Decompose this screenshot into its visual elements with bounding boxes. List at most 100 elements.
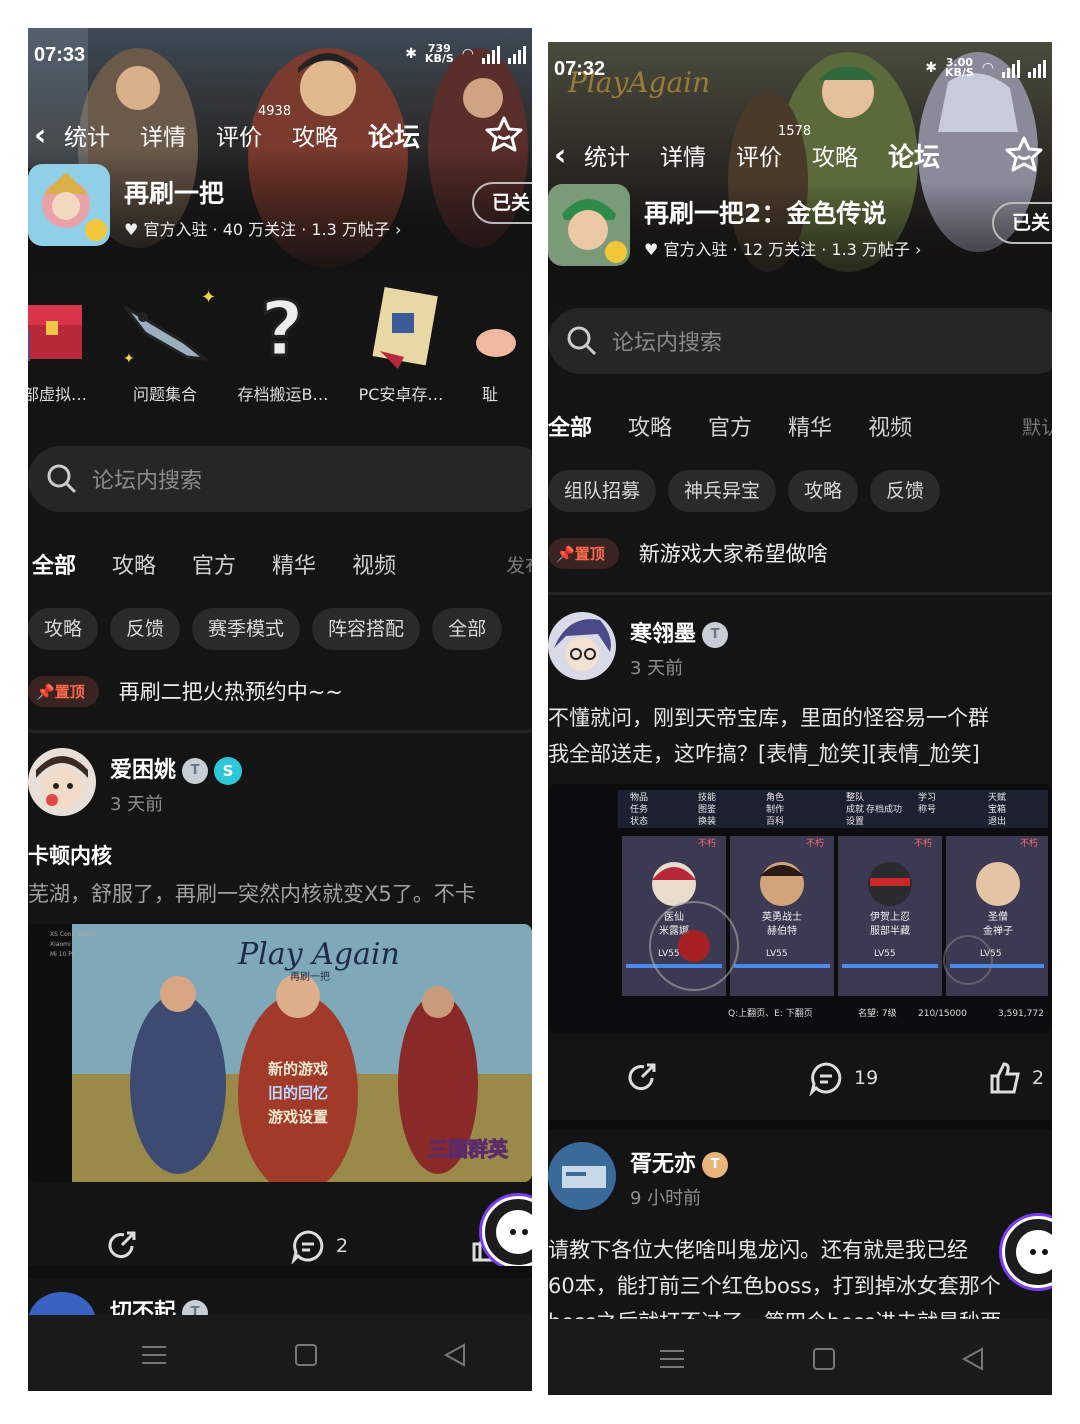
feed-tab-guides[interactable]: 攻略 [628,410,672,442]
forum-search[interactable]: 论坛内搜索 [28,446,532,512]
svg-text:LV55: LV55 [658,949,680,959]
chip[interactable]: 赛季模式 [192,608,301,650]
forum-post[interactable]: 爱困姚 T S 3 天前 卡顿内核 芜湖，舒服了，再刷一突然内核就变X5了。不卡 P… [28,748,532,1308]
category-item[interactable]: ✦ ✦ 问题集合 [106,283,224,433]
follow-button[interactable]: 已关 [472,182,532,224]
star-favorite-icon[interactable] [484,114,524,154]
chat-float-button[interactable] [482,1196,532,1268]
home-icon[interactable] [810,1345,838,1373]
hand-icon [476,329,516,357]
tab-details[interactable]: 详情 [140,118,186,152]
treasure-chest-icon [28,305,82,361]
tab-forum[interactable]: 论坛 [368,117,421,154]
svg-text:角色: 角色 [766,791,784,803]
game-icon[interactable] [28,164,110,246]
chat-float-button[interactable] [1002,1216,1052,1288]
menu-icon[interactable] [658,1345,686,1373]
chip[interactable]: 反馈 [870,470,941,512]
category-item[interactable]: 耻 [460,283,520,433]
scroll-icon [372,287,438,369]
feed-tabs: 全部 攻略 官方 精华 视频 默认 [548,404,1052,448]
home-icon[interactable] [292,1341,320,1369]
category-item[interactable]: PC安卓存… [342,283,460,433]
menu-icon[interactable] [140,1341,168,1369]
post-image[interactable]: Play Again 再刷一把 新的游戏 旧的回忆 游戏设置 三国群英 XS C… [28,924,532,1182]
category-item[interactable]: ? 存档搬运B… [224,283,342,433]
username[interactable]: 寒翎墨 T [630,616,729,648]
pin-icon: 📌 [556,544,575,563]
forum-post[interactable]: 寒翎墨 T 3 天前 不懂就问，刚到天帝宝库，里面的怪容易一个群 我全部送走，这咋… [548,612,1052,1142]
chip[interactable]: 组队招募 [548,470,657,512]
tab-stats[interactable]: 统计 [584,138,630,172]
back-nav-icon[interactable] [960,1345,988,1373]
tag-chips: 组队招募 神兵异宝 攻略 反馈 [548,470,1052,512]
svg-text:英勇战士: 英勇战士 [762,910,802,923]
back-icon[interactable]: ‹ [28,118,64,153]
feed-tab-official[interactable]: 官方 [192,548,236,580]
svg-text:再刷一把: 再刷一把 [290,970,330,983]
comment-count: 2 [336,1235,349,1257]
feed-tab-all[interactable]: 全部 [548,410,593,444]
network-speed: 739 KB/S [424,42,454,65]
feed-tab-video[interactable]: 视频 [352,548,396,580]
pinned-badge: 📌置顶 [28,675,99,707]
chip[interactable]: 全部 [432,608,503,650]
svg-text:伊贺上忍: 伊贺上忍 [870,911,910,923]
feed-tab-featured[interactable]: 精华 [272,548,316,580]
chat-bot-icon [1016,1230,1052,1274]
feed-tab-all[interactable]: 全部 [32,548,77,582]
chip[interactable]: 阵容搭配 [312,608,421,650]
comment-button[interactable]: 19 [808,1060,878,1096]
svg-text:整队: 整队 [846,791,864,803]
tab-guides[interactable]: 攻略 [812,138,858,172]
star-favorite-icon[interactable] [1004,134,1044,174]
avatar[interactable] [28,748,96,816]
svg-text:Q:上翻页、E: 下翻页: Q:上翻页、E: 下翻页 [728,1008,813,1019]
game-meta[interactable]: ♥ 官方入驻 · 40 万关注 · 1.3 万帖子 › [124,216,401,240]
share-button[interactable] [104,1228,140,1264]
svg-text:退出: 退出 [988,815,1006,827]
pinned-post[interactable]: 📌置顶 再刷二把火热预约中~~ [28,666,532,716]
forum-search[interactable]: 论坛内搜索 [548,308,1052,374]
game-icon[interactable] [548,184,630,266]
post-image[interactable]: 物品 技能 角色 整队 学习 天赋 任务 图鉴 制作 成就 存档成功 称号 宝箱… [548,784,1052,1034]
divider [28,730,532,733]
chip[interactable]: 神兵异宝 [668,470,777,512]
follow-button[interactable]: 已关 [992,202,1052,244]
post-body-line: 我全部送走，这咋搞？[表情_尬笑][表情_尬笑] [548,742,980,766]
sort-selector[interactable]: 发布 [506,551,532,578]
svg-text:游戏设置: 游戏设置 [268,1108,328,1126]
avatar[interactable] [548,1142,616,1210]
svg-text:状态: 状态 [630,815,648,827]
category-item[interactable]: 外部虚拟… [28,283,106,433]
back-nav-icon[interactable] [442,1341,470,1369]
avatar[interactable] [548,612,616,680]
comment-button[interactable]: 2 [290,1228,348,1264]
chip[interactable]: 反馈 [110,608,181,650]
tab-reviews[interactable]: 评价 4938 [216,104,291,152]
feed-tab-guides[interactable]: 攻略 [112,548,156,580]
pinned-post[interactable]: 📌置顶 新游戏大家希望做啥 [548,528,1052,578]
search-input[interactable]: 论坛内搜索 [612,325,722,357]
feed-tab-video[interactable]: 视频 [868,410,912,442]
svg-text:Xiaomi: Xiaomi [50,941,71,948]
chip[interactable]: 攻略 [28,608,99,650]
feed-tab-official[interactable]: 官方 [708,410,752,442]
feed-tab-featured[interactable]: 精华 [788,410,832,442]
game-meta[interactable]: ♥ 官方入驻 · 12 万关注 · 1.3 万帖子 › [644,236,921,260]
like-button[interactable]: 2 [986,1060,1044,1096]
search-input[interactable]: 论坛内搜索 [92,463,202,495]
svg-text:不朽: 不朽 [1020,837,1038,849]
share-button[interactable] [624,1060,660,1096]
chip[interactable]: 攻略 [788,470,859,512]
back-icon[interactable]: ‹ [548,138,584,173]
tab-stats[interactable]: 统计 [64,118,110,152]
tab-forum[interactable]: 论坛 [888,137,941,174]
tab-reviews[interactable]: 评价 1578 [736,124,811,172]
username[interactable]: 爱困姚 T S [110,752,243,785]
username[interactable]: 胥无亦 T [630,1146,729,1178]
tab-guides[interactable]: 攻略 [292,118,338,152]
sort-selector[interactable]: 默认 [1022,413,1052,440]
comment-count: 19 [854,1067,879,1089]
tab-details[interactable]: 详情 [660,138,706,172]
